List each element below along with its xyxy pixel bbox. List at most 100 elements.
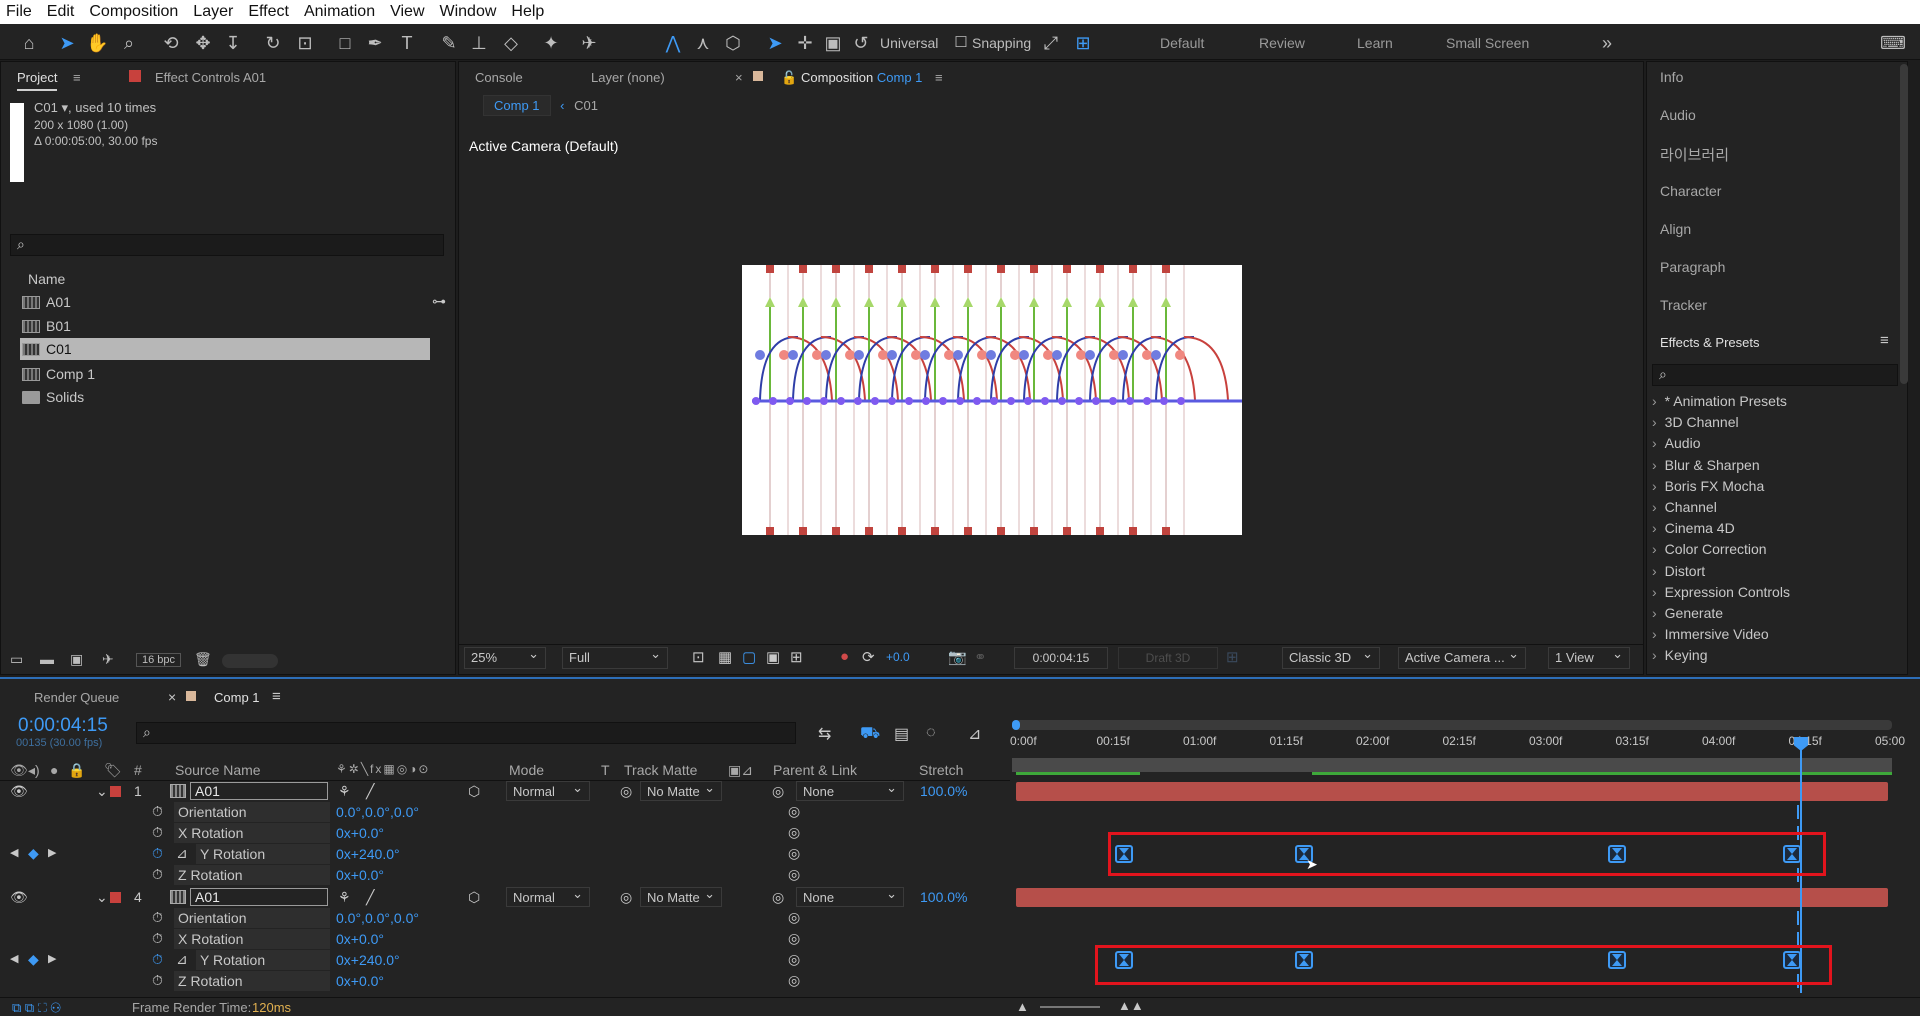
snap-feature-icon[interactable]: ⊞ [1072, 32, 1094, 54]
timeline-zoom-slider[interactable] [1040, 1006, 1100, 1008]
effects-category-item[interactable]: * Animation Presets [1652, 393, 1787, 409]
stopwatch-icon[interactable]: ⏱ [152, 930, 163, 947]
effects-category-item[interactable]: Distort [1652, 563, 1705, 579]
effects-category-item[interactable]: Boris FX Mocha [1652, 478, 1765, 494]
zoom-in-icon[interactable]: ▲▲ [1118, 998, 1144, 1013]
dolly-camera-icon[interactable]: ↧ [222, 32, 244, 54]
property-value[interactable]: 0.0°,0.0°,0.0° [336, 804, 419, 820]
stopwatch-icon[interactable]: ⏱ [152, 866, 163, 883]
parent-dropdown[interactable]: None [796, 778, 904, 801]
workspace-default[interactable]: Default [1160, 35, 1204, 51]
libraries-panel-tab[interactable]: 라이브러리 [1660, 144, 1729, 165]
workspace-small-screen[interactable]: Small Screen [1446, 35, 1529, 51]
stretch-value[interactable]: 100.0% [920, 783, 967, 799]
property-row[interactable]: ⏱ Orientation 0.0°,0.0°,0.0° ◎ [0, 908, 1010, 929]
menu-edit[interactable]: Edit [47, 3, 75, 21]
stopwatch-icon[interactable]: ⏱ [152, 972, 163, 989]
property-row[interactable]: ⏱ Orientation 0.0°,0.0°,0.0° ◎ [0, 802, 1010, 823]
snap-edge-icon[interactable]: ⤢ [1040, 32, 1062, 54]
name-column-header[interactable]: Name [28, 271, 65, 287]
workspace-review[interactable]: Review [1259, 35, 1305, 51]
camera-dropdown[interactable]: Active Camera ... [1398, 644, 1526, 669]
3d-scale-icon[interactable]: ▣ [822, 32, 844, 54]
exposure-value[interactable]: +0.0 [886, 650, 910, 664]
pen-tool-icon[interactable]: ✒ [364, 32, 386, 54]
snapping-checkbox[interactable]: ☐ [950, 32, 972, 54]
project-search-input[interactable]: ⌕ [10, 234, 444, 256]
audio-panel-tab[interactable]: Audio [1660, 107, 1696, 123]
hand-tool-icon[interactable]: ✋ [86, 32, 108, 54]
zoom-tool-icon[interactable]: ⌕ [118, 32, 140, 54]
stretch-header[interactable]: Stretch [919, 762, 963, 778]
work-area-start-handle[interactable] [1012, 720, 1020, 730]
track-matte-header[interactable]: Track Matte [624, 762, 697, 778]
project-item-c01[interactable]: C01 [20, 338, 430, 360]
effects-category-item[interactable]: Keying [1652, 647, 1708, 663]
new-comp-icon[interactable]: ▣ [70, 651, 83, 668]
next-keyframe-icon[interactable]: ▶ [48, 846, 56, 859]
property-row[interactable]: ⏱ Z Rotation 0x+0.0° ◎ [0, 971, 1010, 992]
blend-mode-dropdown[interactable]: Normal [506, 884, 590, 907]
zoom-out-icon[interactable]: ▲ [1016, 999, 1029, 1014]
effects-category-item[interactable]: Channel [1652, 499, 1717, 515]
effects-category-item[interactable]: Generate [1652, 605, 1723, 621]
effects-category-item[interactable]: 3D Channel [1652, 414, 1739, 430]
expression-pickwhip-icon[interactable]: ◎ [788, 824, 800, 841]
menu-composition[interactable]: Composition [89, 3, 178, 21]
close-icon[interactable]: × [735, 70, 743, 85]
character-panel-tab[interactable]: Character [1660, 183, 1721, 199]
status-toggle-icons[interactable]: ⧉ ⧉ ⛶ ⚇ [12, 1000, 61, 1016]
add-keyframe-icon[interactable]: ◆ [28, 845, 39, 862]
effects-category-item[interactable]: Blur & Sharpen [1652, 457, 1760, 473]
frame-blending-icon[interactable]: ▤ [894, 724, 909, 744]
expression-pickwhip-icon[interactable]: ◎ [788, 972, 800, 989]
resolution-dropdown[interactable]: Full [562, 644, 668, 669]
show-snapshot-icon[interactable]: ⚭ [974, 648, 987, 666]
graph-editor-icon[interactable]: ⊿ [968, 724, 981, 744]
menu-animation[interactable]: Animation [304, 3, 375, 21]
motion-blur-icon[interactable]: ◌ [926, 724, 936, 742]
menu-help[interactable]: Help [511, 3, 544, 21]
label-header-icon[interactable]: 🏷 [104, 762, 122, 779]
eye-icon[interactable]: 👁 [10, 783, 28, 800]
preview-toggle-icon[interactable]: ⊡ [692, 648, 705, 666]
more-workspaces-icon[interactable]: » [1596, 32, 1618, 54]
breadcrumb-comp1[interactable]: Comp 1 [483, 95, 551, 116]
expression-pickwhip-icon[interactable]: ◎ [788, 909, 800, 926]
3d-rotate-icon[interactable]: ↺ [850, 32, 872, 54]
tab-comp1[interactable]: Comp 1 [214, 690, 260, 705]
align-panel-tab[interactable]: Align [1660, 221, 1691, 237]
world-axis-icon[interactable]: ⋏ [692, 32, 714, 54]
expression-pickwhip-icon[interactable]: ◎ [788, 951, 800, 968]
snapshot-icon[interactable]: 📷 [948, 648, 967, 666]
local-axis-icon[interactable]: ⋀ [662, 32, 684, 54]
collapse-switch-icon[interactable]: ⚘ [338, 889, 351, 906]
tab-project[interactable]: Project [17, 70, 58, 91]
tab-layer[interactable]: Layer (none) [591, 70, 665, 85]
panel-menu-icon[interactable]: ≡ [73, 70, 81, 85]
chevron-down-icon[interactable]: ⌄ [96, 889, 108, 906]
panel-toggle-icon[interactable]: ⌨ [1880, 32, 1906, 54]
tab-effect-controls[interactable]: Effect Controls A01 [155, 70, 266, 85]
chevron-down-icon[interactable]: ⌄ [96, 783, 108, 800]
tracker-panel-tab[interactable]: Tracker [1660, 297, 1707, 313]
stopwatch-icon[interactable]: ⏱ [152, 803, 163, 820]
property-row[interactable]: ⏱ X Rotation 0x+0.0° ◎ [0, 823, 1010, 844]
property-value[interactable]: 0x+240.0° [336, 952, 400, 968]
work-area-bar[interactable] [1012, 720, 1892, 730]
property-value[interactable]: 0x+0.0° [336, 931, 384, 947]
color-channel-icon[interactable]: ● [840, 648, 849, 665]
eraser-tool-icon[interactable]: ◇ [500, 32, 522, 54]
flowchart-icon[interactable]: ⊶ [432, 293, 446, 310]
lock-header-icon[interactable]: 🔒 [68, 762, 85, 779]
trash-icon[interactable]: 🗑 [194, 651, 212, 668]
eye-icon[interactable]: 👁 [10, 889, 28, 906]
3d-move-icon[interactable]: ✛ [794, 32, 816, 54]
effects-category-item[interactable]: Expression Controls [1652, 584, 1790, 600]
rotate-tool-icon[interactable]: ↻ [262, 32, 284, 54]
view-axis-icon[interactable]: ⬡ [722, 32, 744, 54]
clone-stamp-icon[interactable]: ⊥ [468, 32, 490, 54]
timeline-timecode[interactable]: 0:00:04:15 [18, 715, 108, 737]
layer-label-swatch[interactable] [110, 786, 121, 797]
layer-duration-bar[interactable] [1016, 782, 1888, 801]
